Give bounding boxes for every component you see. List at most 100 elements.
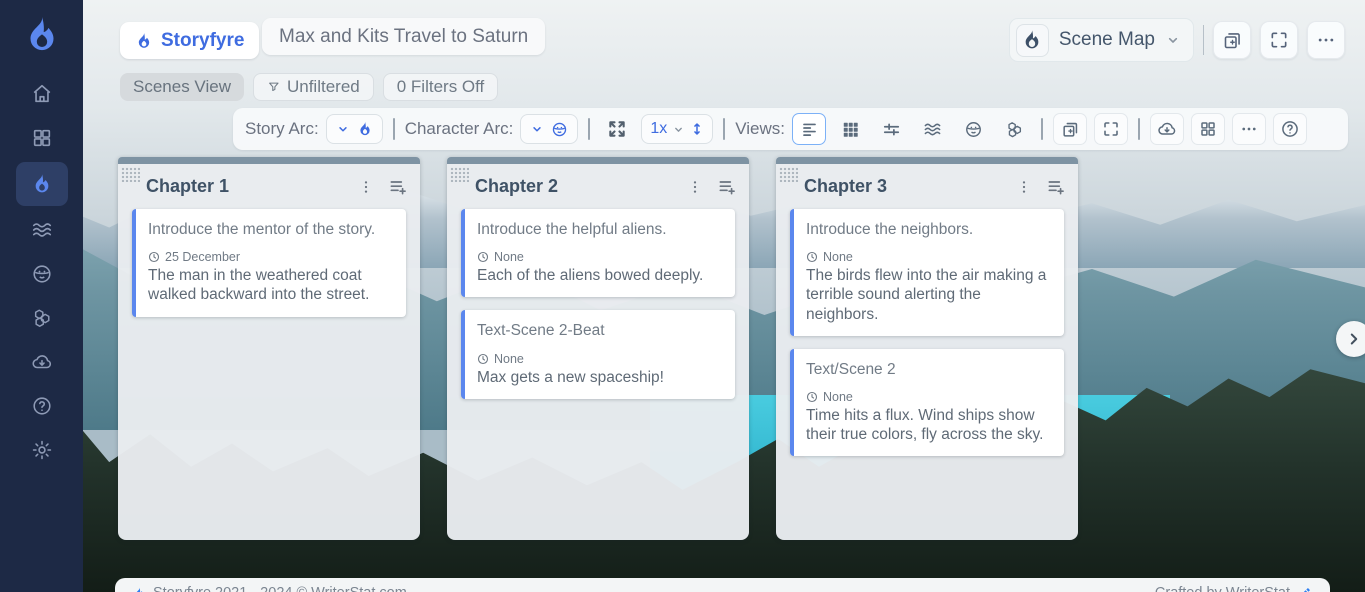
fullscreen-button[interactable] xyxy=(1094,113,1128,145)
kebab-menu-icon xyxy=(687,179,703,195)
add-scene-button[interactable] xyxy=(717,177,737,197)
clock-icon xyxy=(477,251,489,263)
scene-board: Chapter 1 Introduce the mentor of the st… xyxy=(118,157,1078,540)
flame-icon xyxy=(1016,24,1049,57)
scene-card[interactable]: Text/Scene 2 None Time hits a flux. Wind… xyxy=(790,349,1064,457)
more-options-button[interactable] xyxy=(1307,21,1345,59)
view-list-button[interactable] xyxy=(792,113,826,145)
scene-card[interactable]: Introduce the mentor of the story. 25 De… xyxy=(132,209,406,317)
grid-3x3-icon xyxy=(841,120,860,139)
drag-handle[interactable] xyxy=(121,167,140,182)
main-area: Storyfyre Max and Kits Travel to Saturn … xyxy=(83,0,1365,592)
scene-body: The man in the weathered coat walked bac… xyxy=(148,266,394,304)
scene-time: None xyxy=(494,352,524,366)
divider xyxy=(588,118,590,140)
scene-card[interactable]: Introduce the helpful aliens. None Each … xyxy=(461,209,735,297)
character-arc-dropdown[interactable] xyxy=(520,114,578,144)
filters-off-pill[interactable]: 0 Filters Off xyxy=(383,73,499,101)
sidebar-item-dashboard[interactable] xyxy=(16,118,68,158)
view-plot-button[interactable] xyxy=(997,113,1031,145)
duplicate-plus-button[interactable] xyxy=(1053,113,1087,145)
duplicate-plus-icon xyxy=(1061,120,1080,139)
scene-title: Text-Scene 2-Beat xyxy=(477,321,723,340)
expand-board-button[interactable] xyxy=(600,113,634,145)
more-options-button[interactable] xyxy=(1232,113,1266,145)
sidebar-item-help[interactable] xyxy=(16,386,68,426)
fullscreen-icon xyxy=(1102,120,1120,138)
footer-copyright: Storyfyre 2021 - 2024 © WriterStat.com xyxy=(153,585,407,592)
vertical-resize-icon xyxy=(690,121,704,137)
scene-title: Introduce the helpful aliens. xyxy=(477,220,723,239)
sidebar-item-home[interactable] xyxy=(16,74,68,114)
pencil-edit-icon[interactable] xyxy=(1297,586,1312,592)
arrows-expand-icon xyxy=(607,119,627,139)
brand-label: Storyfyre xyxy=(161,30,244,52)
drag-handle[interactable] xyxy=(450,167,469,182)
view-characters-button[interactable] xyxy=(956,113,990,145)
grid-2x2-button[interactable] xyxy=(1191,113,1225,145)
divider xyxy=(393,118,395,140)
scene-time: None xyxy=(823,250,853,264)
sidebar-item-scenes[interactable] xyxy=(16,162,68,206)
drag-handle[interactable] xyxy=(779,167,798,182)
story-arc-dropdown[interactable] xyxy=(326,114,383,144)
view-sliders-button[interactable] xyxy=(874,113,908,145)
scroll-right-button[interactable] xyxy=(1336,321,1365,357)
scene-body: The birds flew into the air making a ter… xyxy=(806,266,1052,323)
column-menu-button[interactable] xyxy=(687,179,703,195)
cloud-download-button[interactable] xyxy=(1150,113,1184,145)
flame-icon xyxy=(357,120,373,138)
view-grid-button[interactable] xyxy=(833,113,867,145)
views-label: Views: xyxy=(735,119,785,139)
sidebar-item-plot[interactable] xyxy=(16,298,68,338)
scene-body: Max gets a new spaceship! xyxy=(477,368,723,387)
waves-icon xyxy=(31,219,53,241)
flame-icon xyxy=(31,173,53,195)
chapter-column: Chapter 3 Introduce the neighbors. None … xyxy=(776,157,1078,540)
duplicate-plus-button[interactable] xyxy=(1213,21,1251,59)
ellipsis-icon xyxy=(1240,120,1258,138)
scene-time: 25 December xyxy=(165,250,240,264)
dashboard-grid-icon xyxy=(31,127,53,149)
playlist-add-icon xyxy=(1046,177,1066,197)
scene-title: Introduce the neighbors. xyxy=(806,220,1052,239)
sidebar-item-sync[interactable] xyxy=(16,342,68,382)
cloud-download-icon xyxy=(31,351,53,373)
clock-icon xyxy=(806,251,818,263)
chapter-column: Chapter 2 Introduce the helpful aliens. … xyxy=(447,157,749,540)
scene-card[interactable]: Text-Scene 2-Beat None Max gets a new sp… xyxy=(461,310,735,398)
column-menu-button[interactable] xyxy=(358,179,374,195)
column-menu-button[interactable] xyxy=(1016,179,1032,195)
zoom-level-selector[interactable]: 1x xyxy=(641,114,713,144)
add-scene-button[interactable] xyxy=(388,177,408,197)
sidebar-item-settings[interactable] xyxy=(16,430,68,470)
divider xyxy=(723,118,725,140)
waves-icon xyxy=(923,120,942,139)
chevron-down-icon xyxy=(336,122,350,136)
kebab-menu-icon xyxy=(358,179,374,195)
view-waves-button[interactable] xyxy=(915,113,949,145)
storyfyre-brand-button[interactable]: Storyfyre xyxy=(120,22,259,59)
add-scene-button[interactable] xyxy=(1046,177,1066,197)
scene-title: Text/Scene 2 xyxy=(806,360,1052,379)
scene-body: Time hits a flux. Wind ships show their … xyxy=(806,406,1052,444)
scene-card[interactable]: Introduce the neighbors. None The birds … xyxy=(790,209,1064,336)
unfiltered-pill[interactable]: Unfiltered xyxy=(253,73,374,101)
ellipsis-icon xyxy=(1316,30,1336,50)
footer-crafted: Crafted by WriterStat xyxy=(1155,585,1290,592)
help-button[interactable] xyxy=(1273,113,1307,145)
scenes-view-pill[interactable]: Scenes View xyxy=(120,73,244,101)
list-lines-icon xyxy=(800,120,819,139)
hexagon-cluster-icon xyxy=(31,307,53,329)
settings-gear-icon xyxy=(31,439,53,461)
view-mode-selector[interactable]: Scene Map xyxy=(1009,18,1194,62)
divider xyxy=(1138,118,1140,140)
help-icon xyxy=(1280,119,1300,139)
fullscreen-button[interactable] xyxy=(1260,21,1298,59)
sidebar-item-waves[interactable] xyxy=(16,210,68,250)
project-title[interactable]: Max and Kits Travel to Saturn xyxy=(262,18,545,55)
chapter-column: Chapter 1 Introduce the mentor of the st… xyxy=(118,157,420,540)
sidebar-item-characters[interactable] xyxy=(16,254,68,294)
zoom-level-value: 1x xyxy=(650,120,667,138)
filter-icon xyxy=(267,80,281,94)
